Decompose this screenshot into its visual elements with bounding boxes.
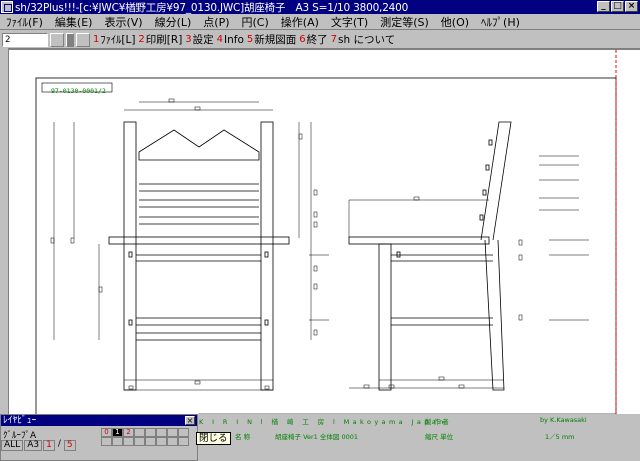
titleblock-name: 胡座椅子 Ver1 全体図 0001	[275, 433, 358, 441]
drawing-id: 97-0130-0001/2	[51, 87, 106, 95]
layer-cell[interactable]	[134, 437, 145, 446]
side-view	[348, 121, 512, 391]
fkey-label: 新規図面	[254, 34, 297, 46]
window-controls: _ □ ×	[597, 1, 638, 12]
layer-cell[interactable]	[167, 437, 178, 446]
layer-cell[interactable]	[145, 437, 156, 446]
layer-cell[interactable]	[145, 428, 156, 437]
drawing-svg	[35, 50, 617, 414]
layer-view-titlebar: ﾚｲﾔﾋﾞｭｰ ×	[1, 415, 197, 426]
minimize-button[interactable]: _	[597, 1, 610, 12]
window-title: sh/32Plus!!!-[c:¥JWC¥楢野工房¥97_0130.JWC]胡座…	[15, 1, 409, 14]
menu-circle[interactable]: 円(C)	[236, 14, 275, 30]
fkey-label: ﾌｧｲﾙ[L]	[100, 34, 136, 46]
menu-point[interactable]: 点(P)	[197, 14, 235, 30]
menu-other[interactable]: 他(O)	[435, 14, 475, 30]
fkey-number: 7	[330, 34, 338, 45]
menu-text[interactable]: 文字(T)	[325, 14, 374, 30]
titleblock-header: K I R I N l 楢 崎 工 房 l Makoyama Japan	[199, 418, 447, 426]
app-icon[interactable]	[1, 1, 13, 13]
titleblock-scale: 1／5 mm	[545, 433, 575, 441]
front-dimensions	[50, 98, 329, 391]
paper-border	[35, 77, 617, 414]
layer-cell[interactable]	[156, 428, 167, 437]
fkey-label: 設定	[192, 34, 214, 46]
layer-cell[interactable]	[134, 428, 145, 437]
layer-view-title: ﾚｲﾔﾋﾞｭｰ	[3, 415, 37, 426]
fkey-new-drawing[interactable]: 5 新規図面	[247, 32, 296, 47]
fkey-info[interactable]: 4 Info	[217, 34, 244, 46]
fkey-number: 6	[299, 34, 306, 45]
drawing-canvas[interactable]: 97-0130-0001/2	[9, 50, 640, 414]
close-icon[interactable]: ×	[185, 416, 195, 425]
layer-cell[interactable]	[101, 437, 112, 446]
close-button[interactable]: ×	[625, 1, 638, 12]
layer-cell[interactable]	[178, 428, 189, 437]
titleblock-designer: by K.Kawasaki	[540, 416, 587, 424]
fkey-label: 終了	[306, 34, 328, 46]
current-layer[interactable]: 1	[43, 440, 55, 451]
fkey-label: 印刷[R]	[145, 34, 183, 46]
maximize-button[interactable]: □	[611, 1, 624, 12]
layer-view-panel: ﾚｲﾔﾋﾞｭｰ × ｸﾞﾙｰﾌﾟA 0 1 2 ALL A3 1 / 5	[0, 414, 198, 461]
fkey-label: sh について	[338, 34, 396, 46]
layer-cell[interactable]	[156, 437, 167, 446]
menu-bar: ﾌｧｲﾙ(F) 編集(E) 表示(V) 線分(L) 点(P) 円(C) 操作(A…	[0, 14, 640, 30]
layer-cell[interactable]	[167, 428, 178, 437]
layer-cell[interactable]	[178, 437, 189, 446]
max-layer[interactable]: 5	[63, 440, 76, 451]
menu-help[interactable]: ﾍﾙﾌﾟ(H)	[475, 14, 526, 30]
menu-file[interactable]: ﾌｧｲﾙ(F)	[0, 14, 49, 30]
fkey-about[interactable]: 7 sh について	[331, 32, 396, 47]
fkey-number: 4	[216, 34, 224, 45]
menu-measure[interactable]: 測定等(S)	[374, 14, 435, 30]
layer-combo[interactable]: 2 ···········	[2, 32, 65, 57]
layer-status-row: ALL A3 1 / 5	[1, 440, 77, 451]
toolbar-button-a[interactable]	[50, 32, 64, 47]
fkey-settings[interactable]: 3 設定	[185, 32, 213, 47]
layer-cell[interactable]: 0	[101, 428, 112, 437]
menu-edit[interactable]: 編集(E)	[49, 14, 99, 30]
menu-line[interactable]: 線分(L)	[149, 14, 198, 30]
title-bar: sh/32Plus!!!-[c:¥JWC¥楢野工房¥97_0130.JWC]胡座…	[0, 0, 640, 14]
front-view	[108, 121, 290, 391]
fkey-number: 3	[185, 34, 192, 45]
fkey-print[interactable]: 2 印刷[R]	[138, 32, 182, 47]
side-dimensions	[348, 155, 589, 389]
jwcad-window: sh/32Plus!!!-[c:¥JWC¥楢野工房¥97_0130.JWC]胡座…	[0, 0, 640, 461]
toolbar-button-c[interactable]	[76, 32, 90, 47]
fkey-label: Info	[224, 33, 244, 46]
layer-cell-active[interactable]: 1	[112, 428, 123, 437]
layer-cell[interactable]: 2	[123, 428, 134, 437]
layer-cell[interactable]	[112, 437, 123, 446]
fkey-number: 5	[246, 34, 254, 45]
toolbar-button-b[interactable]	[66, 32, 74, 47]
fkey-number: 2	[138, 34, 145, 45]
titleblock-designer-label: 製 作 者	[425, 418, 449, 426]
menu-operation[interactable]: 操作(A)	[275, 14, 325, 30]
close-tooltip: 閉じる	[196, 432, 231, 445]
toolbar: 2 ··········· 1ﾌｧｲﾙ[L] 2印刷[R] 3設定 4Info …	[0, 31, 640, 57]
paper-size[interactable]: A3	[24, 440, 43, 451]
layer-slash: /	[55, 439, 63, 451]
layer-grid: 0 1 2	[101, 428, 189, 446]
fkey-file[interactable]: 1 ﾌｧｲﾙ[L]	[93, 32, 135, 47]
canvas-left-ruler	[0, 48, 9, 414]
titleblock-name-label: 名 称	[235, 433, 251, 441]
titleblock-scale-label: 縮尺 単位	[425, 433, 454, 441]
all-button[interactable]: ALL	[1, 440, 24, 451]
fkey-exit[interactable]: 6 終了	[299, 32, 327, 47]
layer-cell[interactable]	[123, 437, 134, 446]
fkey-number: 1	[93, 34, 100, 45]
menu-view[interactable]: 表示(V)	[98, 14, 148, 30]
